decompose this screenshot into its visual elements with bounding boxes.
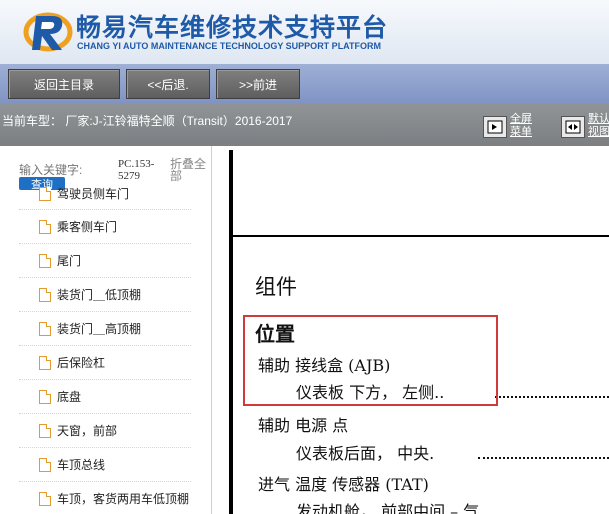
tree-item-label: 驾驶员侧车门 — [57, 187, 130, 201]
tree-item-label: 乘客侧车门 — [57, 220, 118, 234]
tree-item[interactable]: 后保险杠 — [19, 346, 191, 380]
app-header: 畅易汽车维修技术支持平台 CHANG YI AUTO MAINTENANCE T… — [0, 0, 609, 64]
dot-leader — [478, 457, 609, 459]
fullscreen-label-1: 全屏 — [510, 113, 532, 125]
default-label-1: 默认 — [588, 113, 609, 125]
document-icon — [39, 321, 51, 336]
tree-item[interactable]: 底盘 — [19, 380, 191, 414]
app-subtitle: CHANG YI AUTO MAINTENANCE TECHNOLOGY SUP… — [77, 41, 382, 51]
document-icon — [39, 287, 51, 302]
document-icon — [39, 253, 51, 268]
red-highlight-box — [243, 315, 498, 406]
fullscreen-icon[interactable] — [483, 116, 507, 138]
tree-item[interactable]: 车顶，客货两用车低顶棚 — [19, 482, 191, 514]
component-tree: 驾驶员侧车门 乘客侧车门 尾门 装货门＿低顶棚 装货门＿高顶棚 后保险杠 底盘 — [19, 186, 191, 514]
nav-toolbar: 返回主目录 <<后退. >>前进 — [0, 64, 609, 104]
component-location: 发动机舱， 前部中间 – 气 — [296, 502, 480, 514]
forward-button[interactable]: >>前进 — [216, 69, 300, 99]
tree-item[interactable]: 装货门＿高顶棚 — [19, 312, 191, 346]
tree-item[interactable]: 尾门 — [19, 244, 191, 278]
document-icon — [39, 355, 51, 370]
back-button[interactable]: <<后退. — [126, 69, 210, 99]
default-view-icon[interactable] — [561, 116, 585, 138]
tree-item[interactable]: 装货门＿低顶棚 — [19, 278, 191, 312]
document-icon — [39, 491, 51, 506]
tree-item[interactable]: 乘客侧车门 — [19, 210, 191, 244]
component-location: 仪表板后面， 中央. — [296, 444, 435, 463]
document-icon — [39, 186, 51, 201]
fullscreen-label-2: 菜单 — [510, 126, 532, 138]
tree-item-label: 天窗，前部 — [57, 424, 118, 438]
tree-item-label: 装货门＿低顶棚 — [57, 288, 142, 302]
tree-item-label: 底盘 — [57, 390, 82, 404]
app-title: 畅易汽车维修技术支持平台 — [76, 13, 389, 42]
document-icon — [39, 457, 51, 472]
dot-leader — [495, 396, 609, 398]
tree-item-label: 后保险杠 — [57, 356, 106, 370]
vehicle-info-bar: 当前车型： 厂家:J-江铃福特全顺（Transit）2016-2017 全屏 菜… — [0, 104, 609, 146]
chang-yi-logo-icon — [23, 12, 73, 52]
document-icon — [39, 219, 51, 234]
document-icon — [39, 423, 51, 438]
tree-item[interactable]: 天窗，前部 — [19, 414, 191, 448]
default-label-2: 视图 — [588, 126, 609, 138]
component-name: 辅助 电源 点 — [258, 416, 349, 435]
horizontal-rule — [233, 235, 609, 237]
tree-item[interactable]: 车顶总线 — [19, 448, 191, 482]
component-name: 进气 温度 传感器 (TAT) — [258, 475, 429, 494]
default-view-link[interactable]: 默认 视图 — [588, 113, 609, 139]
section-heading: 组件 — [255, 275, 297, 299]
tree-item-label: 车顶总线 — [57, 458, 106, 472]
home-button[interactable]: 返回主目录 — [8, 69, 120, 99]
tree-item-label: 装货门＿高顶棚 — [57, 322, 142, 336]
tree-item-label: 车顶，客货两用车低顶棚 — [57, 492, 190, 506]
current-vehicle-label: 当前车型： 厂家:J-江铃福特全顺（Transit）2016-2017 — [2, 114, 293, 128]
pane-splitter[interactable] — [212, 146, 230, 514]
sidebar: 输入关键字: 查询 PC.153-5279 折叠全部 驾驶员侧车门 乘客侧车门 … — [0, 146, 212, 514]
tree-item[interactable]: 驾驶员侧车门 — [19, 178, 191, 210]
tree-item-label: 尾门 — [57, 254, 82, 268]
document-icon — [39, 389, 51, 404]
fullscreen-menu-link[interactable]: 全屏 菜单 — [510, 113, 532, 139]
